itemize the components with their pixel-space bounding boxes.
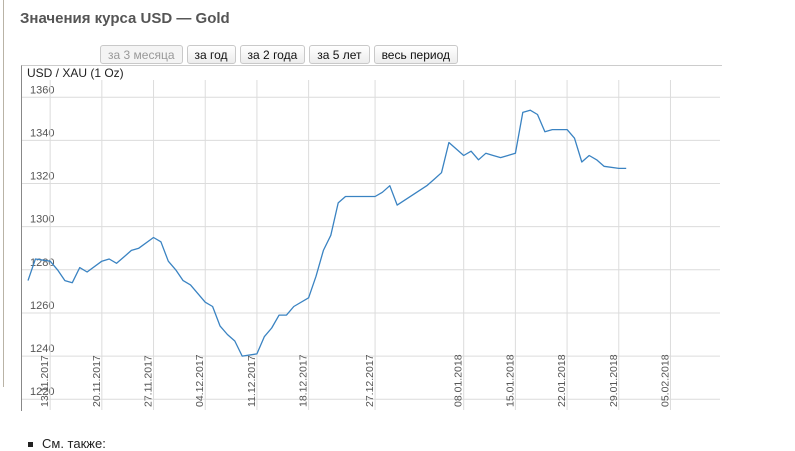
x-tick-label: 11.12.2017 (246, 355, 258, 407)
x-tick-label: 18.12.2017 (298, 354, 310, 407)
x-tick-label: 15.01.2018 (504, 354, 516, 407)
x-tick-label: 22.01.2018 (556, 354, 568, 407)
x-tick-label: 13.11.2017 (39, 355, 51, 407)
y-tick-label: 1260 (30, 300, 54, 312)
x-tick-label: 27.11.2017 (143, 355, 155, 407)
y-tick-label: 1360 (30, 84, 54, 96)
x-tick-label: 27.12.2017 (364, 354, 376, 407)
price-series-line (27, 109, 627, 357)
x-tick-label: 20.11.2017 (91, 355, 103, 407)
y-tick-label: 1340 (30, 127, 54, 139)
price-chart: 1220124012601280130013201340136013.11.20… (22, 80, 720, 410)
x-tick-label: 29.01.2018 (608, 354, 620, 407)
x-tick-label: 05.02.2018 (659, 354, 671, 407)
y-tick-label: 1240 (30, 343, 54, 355)
x-tick-label: 04.12.2017 (194, 354, 206, 407)
y-tick-label: 1300 (30, 214, 54, 226)
x-tick-label: 08.01.2018 (453, 354, 465, 407)
bullet-icon (28, 442, 33, 448)
y-tick-label: 1320 (30, 171, 54, 183)
